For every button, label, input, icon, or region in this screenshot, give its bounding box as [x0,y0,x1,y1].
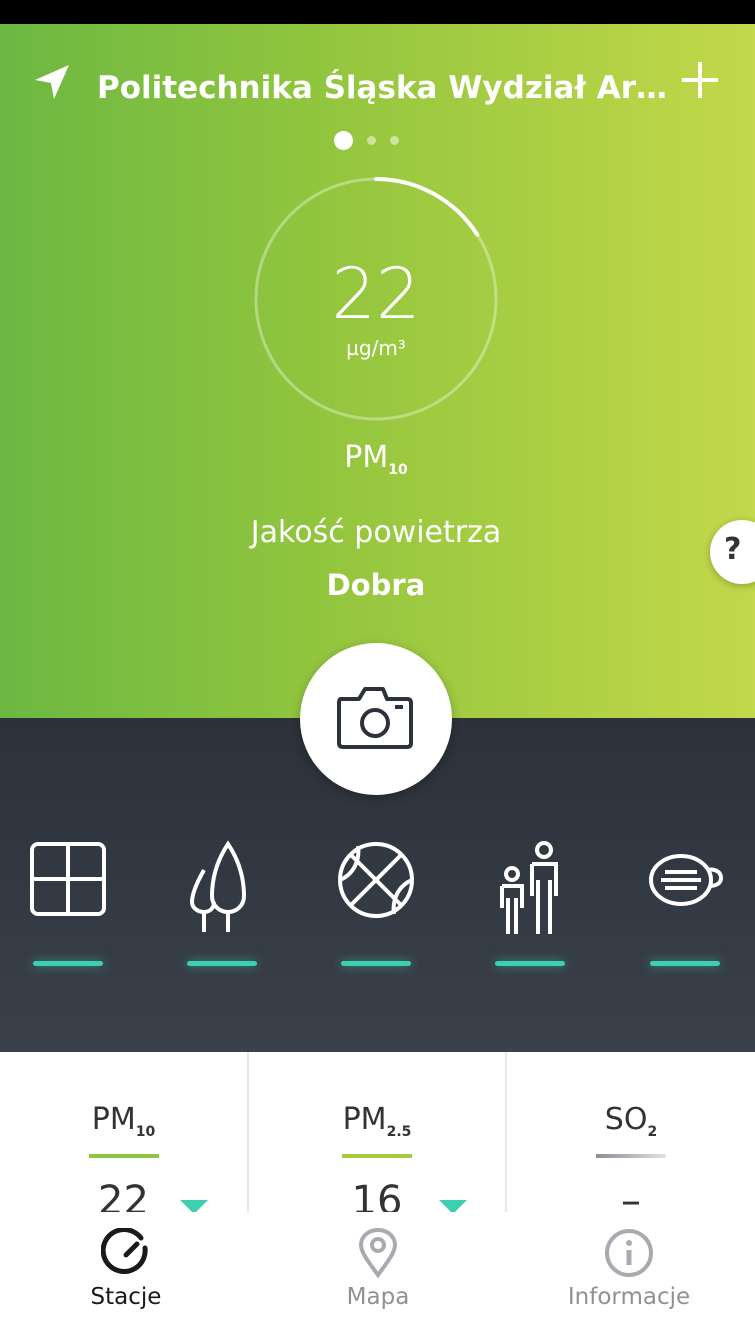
pollutant-sub: 10 [388,462,408,478]
family-icon [500,841,558,934]
category-level-bar [495,961,565,966]
measurement-level-line [342,1154,412,1158]
station-title[interactable]: Politechnika Śląska Wydział Archite... [97,66,667,110]
camera-icon [337,687,413,749]
nav-item-mapa[interactable]: Mapa [252,1212,504,1318]
pager-dot-active[interactable] [334,131,353,150]
measurement-main: PM [91,1102,136,1137]
window-icon [30,842,106,916]
category-outdoor[interactable] [167,840,277,980]
measurement-pm10[interactable]: PM10 22 [0,1052,247,1224]
gauge-icon [101,1228,148,1274]
category-level-bar [187,961,257,966]
nav-label: Informacje [567,1284,691,1310]
pm-unit: µg/m³ [346,336,406,360]
measurement-level-line [596,1154,666,1158]
measurement-pm25[interactable]: PM2.5 16 [249,1052,505,1224]
category-family[interactable] [475,840,585,980]
measurement-name: SO2 [507,1102,755,1140]
category-level-bar [650,961,720,966]
question-icon: ? [724,532,742,567]
bottom-navigation: Stacje Mapa Informacje [0,1212,755,1318]
info-icon [605,1229,653,1277]
measurement-main: PM [342,1102,387,1137]
trees-icon [189,840,247,932]
navigation-arrow-icon[interactable] [32,62,72,106]
category-sport[interactable] [321,840,431,980]
pollutant-name: PM10 [276,440,476,478]
nav-item-stacje[interactable]: Stacje [0,1212,252,1318]
pm-value: 22 [331,253,421,335]
nav-item-informacje[interactable]: Informacje [503,1212,755,1318]
measurement-so2[interactable]: SO2 – [507,1052,755,1224]
category-level-bar [33,961,103,966]
plus-icon [682,62,718,98]
measurement-name: PM2.5 [249,1102,505,1140]
air-quality-label: Jakość powietrza [250,515,502,550]
map-pin-icon [358,1228,398,1278]
ball-icon [338,842,414,918]
air-quality-value: Dobra [326,568,426,602]
category-mask[interactable] [630,840,740,980]
station-pager[interactable] [334,131,399,150]
measurement-sub: 2 [647,1124,658,1140]
gauge-progress-arc [374,177,480,237]
measurement-level-line [88,1154,159,1158]
pollutant-main: PM [344,440,389,475]
measurement-main: SO [604,1102,648,1137]
pager-dot[interactable] [367,136,376,145]
nav-label: Stacje [90,1284,162,1310]
measurement-name: PM10 [0,1102,247,1140]
status-bar [0,0,755,24]
add-station-button[interactable] [680,60,720,104]
pager-dot[interactable] [390,136,399,145]
camera-button[interactable] [300,643,452,795]
nav-label: Mapa [346,1284,410,1310]
category-indoor[interactable] [13,840,123,980]
measurement-sub: 2.5 [386,1124,412,1140]
category-level-bar [341,961,411,966]
measurement-sub: 10 [135,1124,156,1140]
mask-icon [649,854,724,906]
